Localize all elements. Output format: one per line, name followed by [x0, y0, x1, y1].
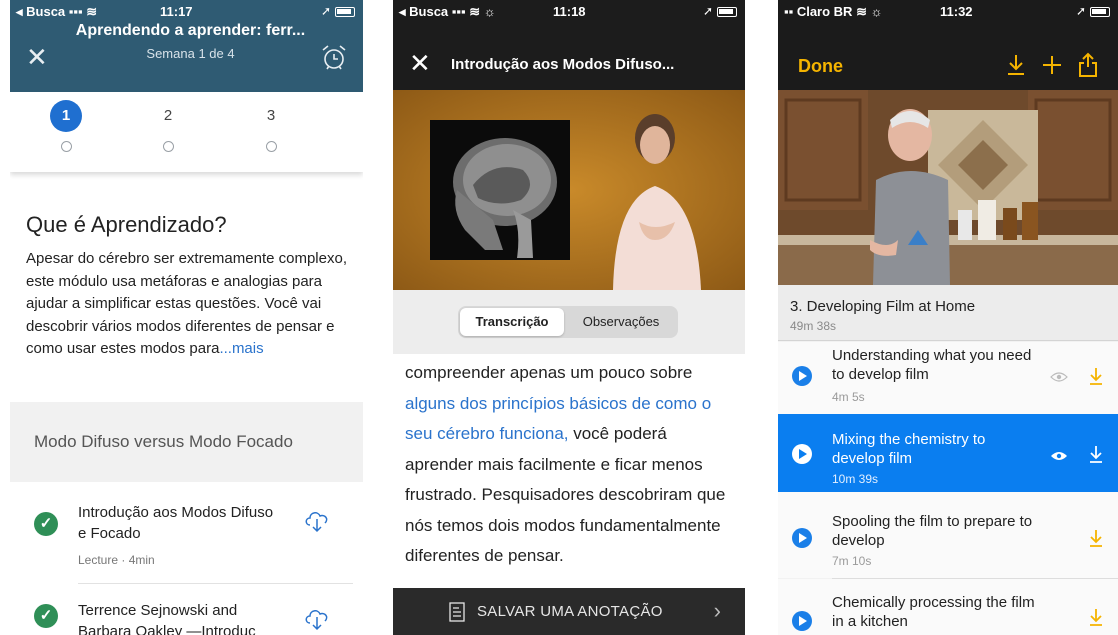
list-item-selected[interactable]: Mixing the chemistry to develop film 10m… [778, 414, 1118, 492]
coursera-week-screen: ◂ Busca ▪▪▪ ≋ 11:17 ➚ ✕ Aprendendo a apr… [10, 0, 363, 635]
chevron-right-icon: › [713, 598, 721, 623]
step-number: 3 [266, 107, 276, 124]
status-time: 11:18 [553, 4, 586, 19]
plus-icon[interactable] [1040, 52, 1064, 78]
course-header: ◂ Busca ▪▪▪ ≋ 11:17 ➚ ✕ Aprendendo a apr… [10, 0, 363, 92]
player-header: ▪▪ Claro BR ≋ ☼ 11:32 ➚ Done [778, 0, 1118, 90]
lecture-item[interactable]: ✓ Terrence Sejnowski and Barbara Oakley … [10, 584, 363, 635]
check-icon: ✓ [34, 604, 58, 628]
share-icon[interactable] [1076, 52, 1100, 78]
close-icon[interactable]: ✕ [26, 44, 48, 70]
step-number: 1 [50, 100, 82, 132]
note-icon [449, 602, 465, 622]
video-title: Mixing the chemistry to develop film [832, 431, 986, 467]
battery-icon [1090, 6, 1110, 17]
video-duration: 7m 10s [832, 554, 872, 568]
play-icon[interactable] [792, 444, 812, 464]
status-bar: ◂ Busca ▪▪▪ ≋ 11:17 ➚ [10, 0, 363, 22]
segmented-control: Transcrição Observações [458, 306, 678, 338]
status-time: 11:32 [940, 4, 973, 19]
download-icon[interactable] [1004, 52, 1028, 78]
eye-icon [1051, 452, 1067, 460]
video-duration: 4m 5s [832, 390, 865, 404]
video-duration: 10m 39s [832, 472, 879, 486]
tab-notes[interactable]: Observações [566, 308, 676, 336]
lecture-meta: Lecture · 4min [78, 553, 155, 567]
close-icon[interactable]: ✕ [409, 50, 431, 76]
lesson-description: Apesar do cérebro ser extremamente compl… [26, 250, 347, 357]
lecture-video-frame [393, 90, 745, 290]
lecture-title: Introdução aos Modos Difuso e Focado [78, 504, 274, 542]
more-link[interactable]: ...mais [219, 340, 263, 357]
video-title: Chemically processing the film in a kitc… [832, 594, 1035, 630]
list-item[interactable]: Understanding what you need to develop f… [778, 342, 1118, 414]
download-icon[interactable] [1088, 528, 1104, 548]
list-item[interactable]: Spooling the film to prepare to develop … [778, 492, 1118, 578]
play-icon[interactable] [792, 528, 812, 548]
status-right: ➚ [1076, 4, 1110, 18]
battery-icon [335, 6, 355, 17]
status-bar: ◂ Busca ▪▪▪ ≋ ☼ 11:18 ➚ [393, 0, 745, 22]
cloud-download-icon[interactable] [303, 604, 331, 632]
video-player[interactable] [778, 90, 1118, 285]
step-3[interactable]: 3 [251, 100, 291, 152]
week-subtitle: Semana 1 de 4 [146, 46, 235, 61]
video-title: Understanding what you need to develop f… [832, 347, 1032, 383]
lesson-header: 3. Developing Film at Home 49m 38s [778, 285, 1118, 341]
step-dot [162, 141, 174, 152]
step-1[interactable]: 1 [46, 100, 86, 152]
play-icon[interactable] [792, 366, 812, 386]
save-note-label: SALVAR UMA ANOTAÇÃO [477, 603, 663, 620]
back-to-search[interactable]: ◂ Busca ▪▪▪ ≋ [16, 4, 97, 20]
film-course-screen: ▪▪ Claro BR ≋ ☼ 11:32 ➚ Done 3. Developi… [778, 0, 1118, 635]
check-icon: ✓ [34, 512, 58, 536]
tab-transcription[interactable]: Transcrição [460, 308, 564, 336]
cloud-download-icon[interactable] [303, 506, 331, 534]
status-right: ➚ [321, 4, 355, 18]
course-title: Aprendendo a aprender: ferr... [75, 22, 306, 39]
lesson-duration: 49m 38s [790, 319, 837, 333]
video-player[interactable] [393, 90, 745, 290]
back-to-search[interactable]: ◂ Busca ▪▪▪ ≋ ☼ [399, 4, 496, 20]
tab-bar: Transcrição Observações [393, 290, 745, 354]
save-note-button[interactable]: SALVAR UMA ANOTAÇÃO › [393, 588, 745, 635]
section-title: Modo Difuso versus Modo Focado [34, 432, 293, 451]
step-dot [265, 141, 277, 152]
step-number: 2 [163, 107, 173, 124]
section-header: Modo Difuso versus Modo Focado [10, 402, 363, 482]
alarm-clock-icon[interactable] [319, 42, 349, 72]
lecture-title: Introdução aos Modos Difuso... [451, 56, 675, 73]
video-header: ◂ Busca ▪▪▪ ≋ ☼ 11:18 ➚ ✕ Introdução aos… [393, 0, 745, 90]
status-right: ➚ [703, 4, 737, 18]
status-time: 11:17 [160, 4, 193, 19]
list-item[interactable]: Chemically processing the film in a kitc… [778, 579, 1118, 635]
download-icon[interactable] [1088, 444, 1104, 464]
battery-icon [717, 6, 737, 17]
status-carrier: ▪▪ Claro BR ≋ ☼ [784, 4, 883, 19]
eye-icon [1050, 372, 1068, 382]
lecture-video-screen: ◂ Busca ▪▪▪ ≋ ☼ 11:18 ➚ ✕ Introdução aos… [393, 0, 745, 635]
lesson-title: 3. Developing Film at Home [790, 298, 976, 315]
step-dot [60, 141, 72, 152]
step-progress: 1 2 3 [10, 92, 363, 172]
play-icon[interactable] [792, 611, 812, 631]
download-icon[interactable] [1088, 366, 1104, 386]
kitchen-video-frame [778, 90, 1118, 285]
lesson-title: Que é Aprendizado? [26, 212, 227, 237]
transcript-text: compreender apenas um pouco sobre alguns… [405, 363, 726, 565]
lecture-item[interactable]: ✓ Introdução aos Modos Difuso e Focado L… [10, 482, 363, 582]
lecture-title: Terrence Sejnowski and Barbara Oakley —I… [78, 602, 256, 635]
step-2[interactable]: 2 [148, 100, 188, 152]
done-button[interactable]: Done [798, 56, 843, 77]
status-bar: ▪▪ Claro BR ≋ ☼ 11:32 ➚ [778, 0, 1118, 22]
download-icon[interactable] [1088, 607, 1104, 627]
video-title: Spooling the film to prepare to develop [832, 513, 1033, 549]
